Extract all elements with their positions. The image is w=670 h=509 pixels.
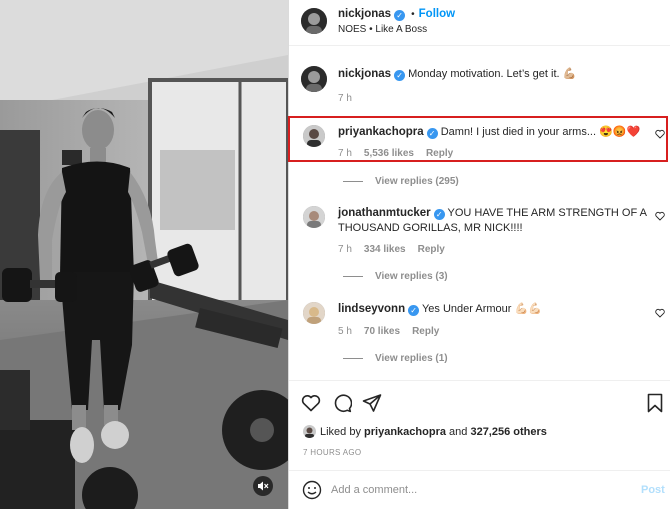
- add-comment-bar: Post: [289, 470, 670, 509]
- comment-meta: 5 h 70 likes Reply: [338, 326, 439, 337]
- workout-photo: [0, 0, 288, 509]
- likes-summary: Liked by priyankachopra and 327,256 othe…: [303, 425, 547, 438]
- replies-divider: [343, 358, 363, 359]
- post-actions: Liked by priyankachopra and 327,256 othe…: [289, 380, 670, 480]
- caption-time: 7 h: [338, 93, 352, 104]
- reply-button[interactable]: Reply: [418, 244, 445, 255]
- post-photo[interactable]: [0, 0, 288, 509]
- caption: nickjonas ✓ Monday motivation. Let’s get …: [338, 67, 648, 82]
- follow-button[interactable]: Follow: [419, 8, 455, 20]
- caption-avatar[interactable]: [301, 66, 327, 92]
- caption-timestamp[interactable]: 7 h: [338, 93, 352, 104]
- replies-divider: [343, 181, 363, 182]
- liked-user-link[interactable]: priyankachopra: [364, 426, 446, 438]
- view-replies-button[interactable]: View replies (1): [343, 353, 448, 364]
- share-icon[interactable]: [362, 393, 382, 413]
- author-avatar[interactable]: [301, 8, 327, 34]
- replies-divider: [343, 276, 363, 277]
- comment-username[interactable]: jonathanmtucker: [338, 207, 431, 219]
- verified-badge-icon: ✓: [394, 70, 406, 81]
- speaker-muted-icon: [258, 481, 269, 491]
- author-line: nickjonas ✓ • Follow: [338, 8, 455, 21]
- post-comment-button[interactable]: Post: [641, 484, 665, 496]
- post-sidebar: nickjonas ✓ • Follow NOES • Like A Boss ni…: [288, 0, 670, 509]
- liked-and: and: [449, 425, 468, 438]
- comment-item: jonathanmtucker ✓ YOU HAVE THE ARM STRENG…: [338, 206, 648, 236]
- comment-avatar[interactable]: [303, 206, 325, 228]
- view-replies-button[interactable]: View replies (3): [343, 271, 448, 282]
- audio-label[interactable]: NOES • Like A Boss: [338, 24, 427, 35]
- liked-count-link[interactable]: 327,256 others: [470, 426, 546, 438]
- comment-likes[interactable]: 334 likes: [364, 244, 406, 255]
- view-replies-button[interactable]: View replies (295): [343, 176, 459, 187]
- comment-time[interactable]: 7 h: [338, 244, 352, 255]
- author-username[interactable]: nickjonas: [338, 8, 391, 20]
- mute-button[interactable]: [253, 476, 273, 496]
- comment-username[interactable]: lindseyvonn: [338, 303, 405, 315]
- comment-text: Yes Under Armour 💪🏻💪🏻: [421, 303, 542, 315]
- view-replies-label: View replies (295): [375, 176, 459, 187]
- comment-item: lindseyvonn ✓ Yes Under Armour 💪🏻💪🏻: [338, 302, 648, 317]
- comment-time[interactable]: 5 h: [338, 326, 352, 337]
- bookmark-icon[interactable]: [645, 393, 665, 413]
- view-replies-label: View replies (3): [375, 271, 448, 282]
- verified-badge-icon: ✓: [408, 305, 420, 316]
- heart-icon[interactable]: [301, 393, 321, 413]
- post-header: nickjonas ✓ • Follow NOES • Like A Boss: [289, 0, 670, 46]
- reply-button[interactable]: Reply: [412, 326, 439, 337]
- comment-likes[interactable]: 70 likes: [364, 326, 400, 337]
- comment-meta: 7 h 334 likes Reply: [338, 244, 445, 255]
- post-timestamp[interactable]: 7 HOURS AGO: [303, 448, 361, 457]
- view-replies-label: View replies (1): [375, 353, 448, 364]
- like-comment-heart-icon[interactable]: [655, 308, 665, 318]
- dot-separator: •: [411, 9, 415, 20]
- caption-text: Monday motivation. Let’s get it. 💪🏼: [408, 68, 577, 80]
- comment-icon[interactable]: [332, 393, 352, 413]
- liker-avatar[interactable]: [303, 425, 316, 438]
- liked-prefix: Liked by: [320, 425, 361, 438]
- comment-avatar[interactable]: [303, 302, 325, 324]
- like-comment-heart-icon[interactable]: [655, 211, 665, 221]
- comment-input[interactable]: [331, 480, 621, 500]
- comment-highlight-box: [288, 116, 668, 162]
- caption-username[interactable]: nickjonas: [338, 68, 391, 80]
- emoji-icon[interactable]: [302, 480, 322, 500]
- verified-badge-icon: ✓: [433, 209, 445, 220]
- verified-badge-icon: ✓: [394, 10, 406, 21]
